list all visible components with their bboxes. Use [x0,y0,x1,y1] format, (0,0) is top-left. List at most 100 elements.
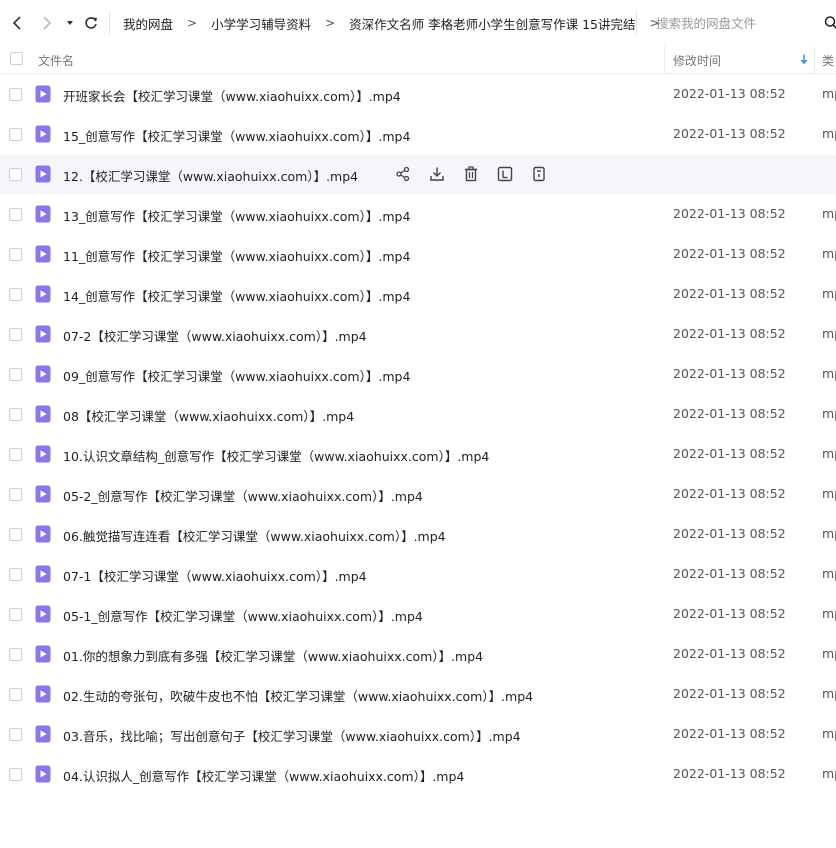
file-type: mp [822,206,836,221]
back-button[interactable] [10,14,26,32]
row-checkbox[interactable] [9,448,22,461]
search-box [636,12,836,34]
file-row[interactable]: 01.你的想象力到底有多强【校汇学习课堂（www.xiaohuixx.com）】… [0,634,836,674]
file-row[interactable]: 07-1【校汇学习课堂（www.xiaohuixx.com）】.mp4 2022-… [0,554,836,594]
file-name[interactable]: 03.音乐，找比喻；写出创意句子【校汇学习课堂（www.xiaohuixx.co… [63,726,521,745]
file-name[interactable]: 11_创意写作【校汇学习课堂（www.xiaohuixx.com）】.mp4 [63,246,410,265]
file-name[interactable]: 05-1_创意写作【校汇学习课堂（www.xiaohuixx.com）】.mp4 [63,606,423,625]
file-row[interactable]: 06.触觉描写连连看【校汇学习课堂（www.xiaohuixx.com）】.mp… [0,514,836,554]
file-row[interactable]: 02.生动的夸张句，吹破牛皮也不怕【校汇学习课堂（www.xiaohuixx.c… [0,674,836,714]
file-row[interactable]: 14_创意写作【校汇学习课堂（www.xiaohuixx.com）】.mp4 20… [0,274,836,314]
file-modified-time: 2022-01-13 08:52 [673,486,786,501]
file-row[interactable]: 15_创意写作【校汇学习课堂（www.xiaohuixx.com）】.mp4 20… [0,114,836,154]
file-name[interactable]: 05-2_创意写作【校汇学习课堂（www.xiaohuixx.com）】.mp4 [63,486,423,505]
file-modified-time: 2022-01-13 08:52 [673,766,786,781]
file-modified-time: 2022-01-13 08:52 [673,726,786,741]
video-file-icon [35,725,51,743]
breadcrumb-separator: > [187,16,198,30]
row-checkbox[interactable] [9,568,22,581]
download-icon [430,167,444,181]
file-name[interactable]: 08【校汇学习课堂（www.xiaohuixx.com）】.mp4 [63,406,354,425]
row-checkbox[interactable] [9,288,22,301]
column-header-type[interactable]: 类 [822,52,834,69]
row-checkbox[interactable] [9,168,22,181]
select-all-checkbox[interactable] [10,52,23,65]
more-button[interactable] [531,166,547,182]
file-row[interactable]: 12.【校汇学习课堂（www.xiaohuixx.com）】.mp4 [0,154,836,194]
rename-icon [497,166,513,182]
file-type: mp [822,406,836,421]
column-divider[interactable] [664,46,665,73]
file-name[interactable]: 06.触觉描写连连看【校汇学习课堂（www.xiaohuixx.com）】.mp… [63,526,446,545]
file-row[interactable]: 开班家长会【校汇学习课堂（www.xiaohuixx.com）】.mp4 2022… [0,74,836,114]
file-row[interactable]: 04.认识拟人_创意写作【校汇学习课堂（www.xiaohuixx.com）】.… [0,754,836,794]
file-name[interactable]: 13_创意写作【校汇学习课堂（www.xiaohuixx.com）】.mp4 [63,206,410,225]
file-row[interactable]: 05-2_创意写作【校汇学习课堂（www.xiaohuixx.com）】.mp4… [0,474,836,514]
file-name[interactable]: 07-1【校汇学习课堂（www.xiaohuixx.com）】.mp4 [63,566,367,585]
share-button[interactable] [395,166,411,182]
file-type: mp [822,446,836,461]
file-row[interactable]: 05-1_创意写作【校汇学习课堂（www.xiaohuixx.com）】.mp4… [0,594,836,634]
row-checkbox[interactable] [9,408,22,421]
video-file-icon [35,685,51,703]
file-row[interactable]: 09_创意写作【校汇学习课堂（www.xiaohuixx.com）】.mp4 20… [0,354,836,394]
row-checkbox[interactable] [9,88,22,101]
breadcrumb-separator: > [325,16,336,30]
file-row[interactable]: 13_创意写作【校汇学习课堂（www.xiaohuixx.com）】.mp4 20… [0,194,836,234]
file-row[interactable]: 11_创意写作【校汇学习课堂（www.xiaohuixx.com）】.mp4 20… [0,234,836,274]
file-name[interactable]: 12.【校汇学习课堂（www.xiaohuixx.com）】.mp4 [63,166,358,185]
forward-button[interactable] [38,14,54,32]
rename-button[interactable] [497,166,513,182]
row-checkbox[interactable] [9,648,22,661]
search-input[interactable] [656,15,816,31]
file-modified-time: 2022-01-13 08:52 [673,686,786,701]
file-row[interactable]: 10.认识文章结构_创意写作【校汇学习课堂（www.xiaohuixx.com）… [0,434,836,474]
file-name[interactable]: 14_创意写作【校汇学习课堂（www.xiaohuixx.com）】.mp4 [63,286,410,305]
video-file-icon [35,485,51,503]
file-name[interactable]: 09_创意写作【校汇学习课堂（www.xiaohuixx.com）】.mp4 [63,366,410,385]
row-checkbox[interactable] [9,768,22,781]
file-row[interactable]: 08【校汇学习课堂（www.xiaohuixx.com）】.mp4 2022-01… [0,394,836,434]
file-name[interactable]: 02.生动的夸张句，吹破牛皮也不怕【校汇学习课堂（www.xiaohuixx.c… [63,686,533,705]
sort-down-icon[interactable] [800,54,808,65]
row-checkbox[interactable] [9,608,22,621]
history-dropdown-button[interactable] [65,14,75,32]
share-icon [396,166,410,182]
delete-button[interactable] [463,166,479,182]
row-checkbox[interactable] [9,728,22,741]
file-name[interactable]: 开班家长会【校汇学习课堂（www.xiaohuixx.com）】.mp4 [63,86,401,105]
file-name[interactable]: 01.你的想象力到底有多强【校汇学习课堂（www.xiaohuixx.com）】… [63,646,483,665]
row-checkbox[interactable] [9,328,22,341]
file-type: mp [822,606,836,621]
file-row[interactable]: 07-2【校汇学习课堂（www.xiaohuixx.com）】.mp4 2022-… [0,314,836,354]
breadcrumb-item-root[interactable]: 我的网盘 [123,14,173,33]
caret-down-icon [67,21,73,25]
file-type: mp [822,86,836,101]
chevron-right-icon [43,16,52,30]
file-modified-time: 2022-01-13 08:52 [673,126,786,141]
row-checkbox[interactable] [9,368,22,381]
row-checkbox[interactable] [9,528,22,541]
file-name[interactable]: 10.认识文章结构_创意写作【校汇学习课堂（www.xiaohuixx.com）… [63,446,489,465]
row-checkbox[interactable] [9,128,22,141]
row-checkbox[interactable] [9,208,22,221]
breadcrumb-item-folder[interactable]: 小学学习辅导资料 [211,14,311,33]
download-button[interactable] [429,166,445,182]
video-file-icon [35,125,51,143]
search-icon[interactable] [824,15,836,31]
row-checkbox[interactable] [9,488,22,501]
refresh-button[interactable] [83,14,99,32]
file-modified-time: 2022-01-13 08:52 [673,286,786,301]
column-divider[interactable] [814,46,815,73]
file-name[interactable]: 15_创意写作【校汇学习课堂（www.xiaohuixx.com）】.mp4 [63,126,410,145]
column-header-name[interactable]: 文件名 [38,52,74,69]
row-checkbox[interactable] [9,248,22,261]
chevron-left-icon [12,16,21,30]
row-checkbox[interactable] [9,688,22,701]
breadcrumb-item-current[interactable]: 资深作文名师 李格老师小学生创意写作课 15讲完结 [349,14,635,33]
file-modified-time: 2022-01-13 08:52 [673,366,786,381]
file-name[interactable]: 04.认识拟人_创意写作【校汇学习课堂（www.xiaohuixx.com）】.… [63,766,464,785]
file-row[interactable]: 03.音乐，找比喻；写出创意句子【校汇学习课堂（www.xiaohuixx.co… [0,714,836,754]
column-header-modified[interactable]: 修改时间 [673,52,721,69]
file-name[interactable]: 07-2【校汇学习课堂（www.xiaohuixx.com）】.mp4 [63,326,367,345]
